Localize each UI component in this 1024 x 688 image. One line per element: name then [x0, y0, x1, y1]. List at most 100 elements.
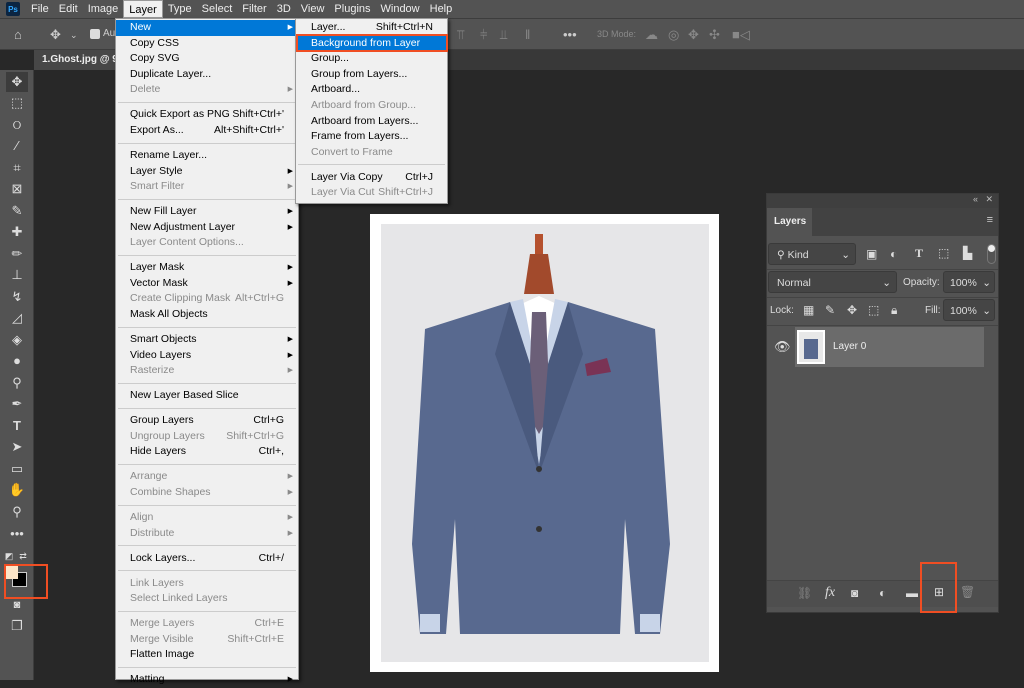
- smart-object-filter-icon[interactable]: ▙: [963, 246, 972, 260]
- menu-view[interactable]: View: [296, 0, 330, 18]
- tab-layers[interactable]: Layers: [767, 208, 812, 236]
- menu-item-new-fill-layer[interactable]: New Fill Layer ▶: [116, 204, 298, 220]
- distribute-icon[interactable]: ‖: [525, 27, 530, 42]
- adjustment-layer-icon[interactable]: ◐: [879, 586, 886, 600]
- zoom-tool-icon[interactable]: ⚲: [6, 502, 28, 522]
- menu-item-ungroup-layers[interactable]: Ungroup Layers Shift+Ctrl+G: [116, 429, 298, 445]
- dodge-tool-icon[interactable]: ⚲: [6, 373, 28, 393]
- menu-item-vector-mask[interactable]: Vector Mask ▶: [116, 276, 298, 292]
- menu-item-copy-svg[interactable]: Copy SVG: [116, 51, 298, 67]
- blur-tool-icon[interactable]: ●: [6, 351, 28, 371]
- lock-artboard-icon[interactable]: ⬚: [868, 303, 879, 317]
- camera-3d-icon[interactable]: ■◁: [732, 27, 750, 43]
- menu-item-combine-shapes[interactable]: Combine Shapes ▶: [116, 485, 298, 501]
- lock-image-icon[interactable]: ✎: [825, 303, 835, 317]
- menu-item-copy-css[interactable]: Copy CSS: [116, 36, 298, 52]
- blend-mode-select[interactable]: Normal ⌄: [768, 271, 897, 293]
- menu-plugins[interactable]: Plugins: [329, 0, 375, 18]
- more-icon[interactable]: •••: [563, 27, 577, 42]
- shape-filter-icon[interactable]: ⬚: [938, 246, 949, 260]
- menu-item-convert-to-frame[interactable]: Convert to Frame: [296, 145, 447, 161]
- opacity-input[interactable]: 100% ⌄: [943, 271, 995, 293]
- home-icon[interactable]: ⌂: [14, 27, 22, 42]
- visibility-eye-icon[interactable]: 👁︎: [774, 339, 791, 355]
- collapse-icon[interactable]: «: [973, 194, 978, 204]
- type-tool-icon[interactable]: T: [6, 416, 28, 436]
- menu-item-group-layers[interactable]: Group Layers Ctrl+G: [116, 413, 298, 429]
- menu-item-artboard-from-group[interactable]: Artboard from Group...: [296, 98, 447, 114]
- hand-tool-icon[interactable]: ✋: [6, 480, 28, 500]
- menu-item-layer-style[interactable]: Layer Style ▶: [116, 164, 298, 180]
- menu-item-layer-mask[interactable]: Layer Mask ▶: [116, 260, 298, 276]
- menu-item-mask-all-objects[interactable]: Mask All Objects: [116, 307, 298, 323]
- more-tools-icon[interactable]: •••: [6, 524, 28, 544]
- menu-file[interactable]: File: [26, 0, 54, 18]
- align-middle-icon[interactable]: ⫩: [480, 27, 487, 43]
- menu-item-smart-filter[interactable]: Smart Filter ▶: [116, 179, 298, 195]
- menu-item-video-layers[interactable]: Video Layers ▶: [116, 348, 298, 364]
- link-layers-icon[interactable]: ⛓: [797, 586, 812, 600]
- document-tab[interactable]: 1.Ghost.jpg @ 98: [34, 50, 124, 70]
- menu-layer[interactable]: Layer: [123, 0, 163, 18]
- healing-brush-icon[interactable]: ✚: [6, 222, 28, 242]
- eraser-icon[interactable]: ◿: [6, 308, 28, 328]
- lock-transparent-icon[interactable]: ▦: [803, 303, 814, 317]
- menu-window[interactable]: Window: [376, 0, 425, 18]
- add-mask-icon[interactable]: ◙: [851, 586, 858, 600]
- align-top-icon[interactable]: ⫪: [457, 27, 464, 43]
- type-filter-icon[interactable]: T: [915, 246, 923, 261]
- filter-kind-select[interactable]: ⚲ Kind ⌄: [768, 243, 856, 265]
- menu-item-quick-export-as-png[interactable]: Quick Export as PNG Shift+Ctrl+': [116, 107, 298, 123]
- menu-3d[interactable]: 3D: [272, 0, 296, 18]
- pen-tool-icon[interactable]: ✒: [6, 394, 28, 414]
- menu-item-distribute[interactable]: Distribute ▶: [116, 526, 298, 542]
- menu-item-smart-objects[interactable]: Smart Objects ▶: [116, 332, 298, 348]
- menu-item-select-linked-layers[interactable]: Select Linked Layers: [116, 591, 298, 607]
- path-selection-icon[interactable]: ➤: [6, 437, 28, 457]
- delete-layer-icon[interactable]: 🗑︎: [960, 585, 975, 599]
- menu-item-new-adjustment-layer[interactable]: New Adjustment Layer ▶: [116, 220, 298, 236]
- move-tool-icon[interactable]: ✥: [6, 72, 28, 92]
- menu-item-link-layers[interactable]: Link Layers: [116, 576, 298, 592]
- default-colors-icon[interactable]: ◩: [2, 546, 16, 566]
- menu-type[interactable]: Type: [163, 0, 197, 18]
- marquee-tool-icon[interactable]: ⬚: [6, 93, 28, 113]
- menu-item-duplicate-layer[interactable]: Duplicate Layer...: [116, 67, 298, 83]
- panel-menu-icon[interactable]: ≡: [987, 214, 993, 226]
- screen-mode-icon[interactable]: ❐: [6, 616, 28, 636]
- menu-image[interactable]: Image: [83, 0, 124, 18]
- menu-item-flatten-image[interactable]: Flatten Image: [116, 647, 298, 663]
- lasso-tool-icon[interactable]: ଠ: [6, 115, 28, 135]
- lock-position-icon[interactable]: ✥: [847, 303, 857, 317]
- slide-3d-icon[interactable]: ✣: [709, 27, 720, 43]
- menu-item-matting[interactable]: Matting ▶: [116, 672, 298, 688]
- menu-item-group[interactable]: Group...: [296, 51, 447, 67]
- menu-item-rename-layer[interactable]: Rename Layer...: [116, 148, 298, 164]
- auto-select-checkbox[interactable]: [90, 29, 100, 39]
- menu-help[interactable]: Help: [425, 0, 458, 18]
- menu-item-layer-via-copy[interactable]: Layer Via Copy Ctrl+J: [296, 170, 447, 186]
- menu-item-export-as[interactable]: Export As... Alt+Shift+Ctrl+': [116, 123, 298, 139]
- pixel-filter-icon[interactable]: ▣: [866, 247, 877, 261]
- menu-item-artboard[interactable]: Artboard...: [296, 82, 447, 98]
- menu-item-lock-layers[interactable]: Lock Layers... Ctrl+/: [116, 551, 298, 567]
- fill-input[interactable]: 100% ⌄: [943, 299, 995, 321]
- filter-toggle[interactable]: [987, 244, 996, 264]
- layer-row[interactable]: 👁︎ Layer 0: [767, 327, 998, 367]
- history-brush-icon[interactable]: ↯: [6, 287, 28, 307]
- eyedropper-icon[interactable]: ✎: [6, 201, 28, 221]
- menu-item-new[interactable]: New ▶: [116, 20, 298, 36]
- chevron-down-icon[interactable]: ⌄: [982, 272, 991, 294]
- menu-item-delete[interactable]: Delete ▶: [116, 82, 298, 98]
- menu-item-frame-from-layers[interactable]: Frame from Layers...: [296, 129, 447, 145]
- paint-bucket-icon[interactable]: ◈: [6, 330, 28, 350]
- stamp-tool-icon[interactable]: ⊥: [6, 265, 28, 285]
- menu-item-artboard-from-layers[interactable]: Artboard from Layers...: [296, 114, 447, 130]
- menu-item-layer-via-cut[interactable]: Layer Via Cut Shift+Ctrl+J: [296, 185, 447, 201]
- new-group-icon[interactable]: ▬: [906, 586, 918, 600]
- menu-item-new-layer-based-slice[interactable]: New Layer Based Slice: [116, 388, 298, 404]
- lock-all-icon[interactable]: 🔒︎: [891, 303, 897, 318]
- menu-edit[interactable]: Edit: [54, 0, 83, 18]
- close-icon[interactable]: ✕: [985, 194, 993, 205]
- brush-tool-icon[interactable]: ✏: [6, 244, 28, 264]
